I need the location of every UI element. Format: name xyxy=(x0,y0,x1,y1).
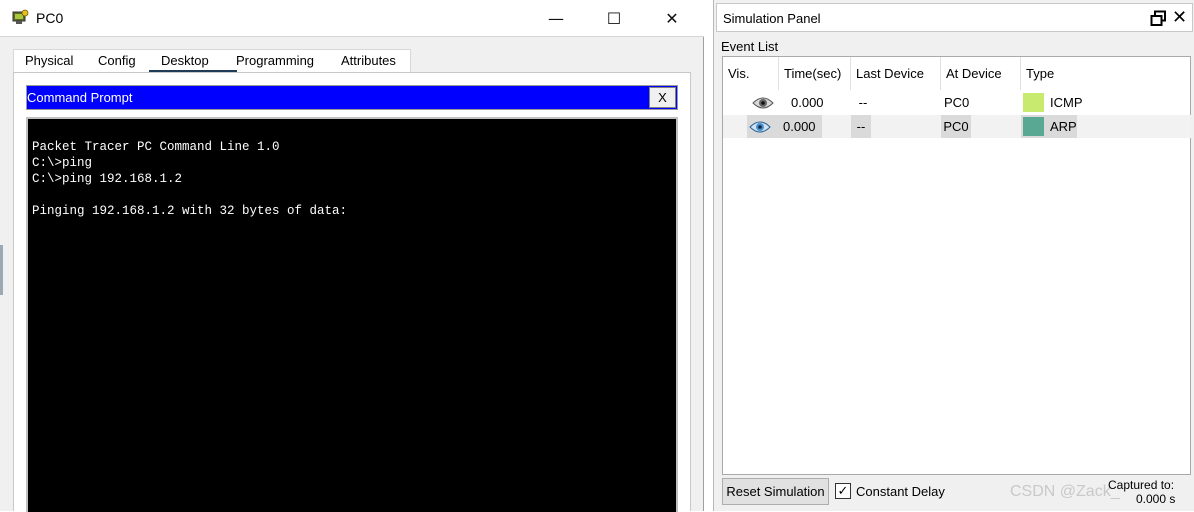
terminal-line: C:\>ping xyxy=(32,156,93,170)
column-header-vis[interactable]: Vis. xyxy=(723,57,779,90)
tab-config[interactable]: Config xyxy=(98,53,136,68)
table-row[interactable]: 0.000 -- PC0 ICMP xyxy=(723,91,1191,114)
command-prompt-title: Command Prompt xyxy=(27,90,133,105)
command-prompt-close-button[interactable]: X xyxy=(649,87,676,108)
terminal-line: C:\>ping 192.168.1.2 xyxy=(32,172,183,186)
event-at-device: PC0 xyxy=(944,95,970,110)
tab-bar: Physical Config Desktop Programming Attr… xyxy=(13,49,411,73)
event-list-table: Vis. Time(sec) Last Device At Device Typ… xyxy=(722,56,1191,475)
event-at-device: PC0 xyxy=(941,115,971,138)
terminal-line: Pinging 192.168.1.2 with 32 bytes of dat… xyxy=(32,204,348,218)
terminal-output[interactable]: Packet Tracer PC Command Line 1.0 C:\>pi… xyxy=(26,117,678,512)
command-prompt-titlebar: Command Prompt X xyxy=(26,85,678,110)
event-last-device: -- xyxy=(858,95,868,110)
event-time: 0.000 xyxy=(783,119,816,134)
event-time: 0.000 xyxy=(791,95,824,110)
desktop-area: Command Prompt X Packet Tracer PC Comman… xyxy=(13,72,691,512)
captured-to-label: Captured to: xyxy=(1108,478,1175,492)
column-header-at-device[interactable]: At Device xyxy=(941,57,1021,90)
tab-desktop[interactable]: Desktop xyxy=(161,53,209,68)
terminal-line: Packet Tracer PC Command Line 1.0 xyxy=(32,140,280,154)
column-header-last-device[interactable]: Last Device xyxy=(851,57,941,90)
pc0-window: PC0 — ☐ ✕ Physical Config Desktop Progra… xyxy=(0,0,704,512)
maximize-button[interactable]: ☐ xyxy=(585,0,643,37)
tab-programming[interactable]: Programming xyxy=(236,53,314,68)
simulation-panel: Simulation Panel ✕ Event List Vis. Time(… xyxy=(713,0,1194,511)
event-type: ARP xyxy=(1050,119,1077,134)
eye-icon[interactable]: 0.000 xyxy=(747,115,822,138)
constant-delay-label: Constant Delay xyxy=(856,484,945,499)
eye-icon[interactable] xyxy=(747,91,779,114)
close-button[interactable]: ✕ xyxy=(643,0,701,37)
restore-window-icon[interactable] xyxy=(1150,10,1167,27)
event-last-device: -- xyxy=(851,115,871,138)
minimize-button[interactable]: — xyxy=(527,0,585,37)
tab-attributes[interactable]: Attributes xyxy=(341,53,396,68)
event-type-color-swatch xyxy=(1023,117,1044,136)
tab-physical[interactable]: Physical xyxy=(25,53,73,68)
event-type: ICMP xyxy=(1050,95,1083,110)
packet-tracer-pc-icon xyxy=(12,9,29,24)
watermark: CSDN @Zack_ xyxy=(1010,483,1120,500)
table-row[interactable]: 0.000 -- PC0 ARP xyxy=(723,115,1191,138)
pc0-titlebar: PC0 — ☐ ✕ xyxy=(0,0,704,37)
simulation-panel-header: Simulation Panel ✕ xyxy=(716,3,1193,32)
constant-delay-checkbox[interactable]: ✓ xyxy=(835,483,851,499)
simulation-panel-title: Simulation Panel xyxy=(723,11,821,26)
event-list-label: Event List xyxy=(721,39,779,54)
captured-to-value: 0.000 s xyxy=(1136,492,1176,506)
event-type-color-swatch xyxy=(1023,93,1044,112)
column-header-time[interactable]: Time(sec) xyxy=(779,57,851,90)
reset-simulation-button[interactable]: Reset Simulation xyxy=(722,478,829,505)
left-edge-marker xyxy=(0,245,3,295)
window-title: PC0 xyxy=(36,10,64,26)
column-header-type[interactable]: Type xyxy=(1021,57,1192,90)
close-panel-icon[interactable]: ✕ xyxy=(1172,7,1187,28)
